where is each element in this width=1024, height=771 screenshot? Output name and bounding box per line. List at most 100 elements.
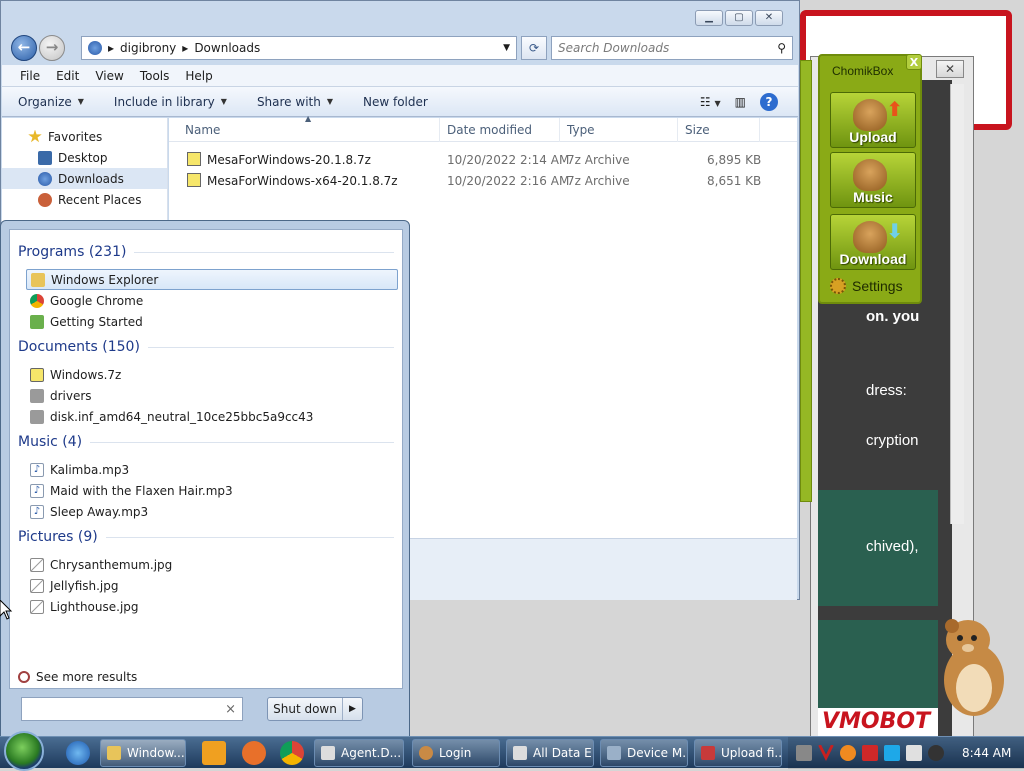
share-with-button[interactable]: Share with ▼ <box>257 95 333 109</box>
preview-pane-icon[interactable]: ▥ <box>735 95 746 109</box>
favorites-node[interactable]: Favorites <box>2 126 167 147</box>
chevron-right-icon[interactable]: ▶ <box>342 698 362 720</box>
file-row[interactable]: MesaForWindows-x64-20.1.8.7z 10/20/2022 … <box>169 170 797 191</box>
menu-view[interactable]: View <box>87 69 131 83</box>
breadcrumb-separator-icon: ▸ <box>108 41 115 55</box>
column-divider[interactable] <box>677 118 678 142</box>
clock[interactable]: 8:44 AM <box>962 746 1011 760</box>
internet-explorer-icon[interactable] <box>66 741 90 765</box>
menu-edit[interactable]: Edit <box>48 69 87 83</box>
favorites-label: Favorites <box>48 129 103 144</box>
file-row[interactable]: MesaForWindows-20.1.8.7z 10/20/2022 2:14… <box>169 149 797 170</box>
help-icon[interactable]: ? <box>760 93 778 111</box>
task-upload-files[interactable]: Upload fi... <box>694 739 782 767</box>
column-date-modified[interactable]: Date modified <box>447 123 532 137</box>
column-divider[interactable] <box>559 118 560 142</box>
column-type[interactable]: Type <box>567 123 595 137</box>
tray-flag-icon[interactable] <box>862 745 878 761</box>
archive-icon <box>30 367 44 382</box>
result-item-disk-inf[interactable]: disk.inf_amd64_neutral_10ce25bbc5a9cc43 <box>26 406 398 427</box>
task-label: Upload fi... <box>721 746 782 760</box>
breadcrumb-item[interactable]: Downloads <box>194 41 260 55</box>
forward-button[interactable]: → <box>39 35 65 61</box>
result-label: Jellyfish.jpg <box>50 578 119 593</box>
address-dropdown-icon[interactable]: ▼ <box>503 43 510 53</box>
result-item-getting-started[interactable]: Getting Started <box>26 311 398 332</box>
tray-volume-icon[interactable] <box>906 745 922 761</box>
tray-app-icon[interactable] <box>796 745 812 761</box>
result-item-maid-with-the-flaxen-hair[interactable]: ♪ Maid with the Flaxen Hair.mp3 <box>26 480 398 501</box>
upload-button[interactable]: ⬆ Upload <box>830 92 916 148</box>
start-button[interactable] <box>4 731 44 771</box>
section-header-pictures[interactable]: Pictures (9) <box>18 529 394 545</box>
window-icon <box>321 746 335 760</box>
organize-button[interactable]: Organize ▼ <box>18 95 84 109</box>
chomikbox-icon[interactable] <box>242 741 266 765</box>
task-agent[interactable]: Agent.D... <box>314 739 404 767</box>
tray-search-icon[interactable] <box>840 745 856 761</box>
new-folder-button[interactable]: New folder <box>363 95 428 109</box>
search-input[interactable]: Search Downloads ⚲ <box>551 36 793 60</box>
task-device-manager[interactable]: Device M... <box>600 739 688 767</box>
sidebar-item-desktop[interactable]: Desktop <box>2 147 167 168</box>
search-icon[interactable]: ⚲ <box>777 41 786 55</box>
result-item-chrysanthemum[interactable]: Chrysanthemum.jpg <box>26 554 398 575</box>
hamster-icon <box>419 746 433 760</box>
result-item-sleep-away[interactable]: ♪ Sleep Away.mp3 <box>26 501 398 522</box>
menu-file[interactable]: File <box>12 69 48 83</box>
back-button[interactable]: ← <box>11 35 37 61</box>
result-item-windows-explorer[interactable]: Windows Explorer <box>26 269 398 290</box>
column-divider[interactable] <box>439 118 440 142</box>
tray-speaker-icon[interactable] <box>928 745 944 761</box>
sidebar-item-downloads[interactable]: Downloads <box>2 168 167 189</box>
column-size[interactable]: Size <box>685 123 710 137</box>
task-all-data[interactable]: All Data E... <box>506 739 594 767</box>
tray-v-icon[interactable] <box>818 745 834 761</box>
background-close-button[interactable]: ✕ <box>936 60 964 78</box>
see-more-label: See more results <box>36 670 138 684</box>
menu-bar: File Edit View Tools Help <box>2 65 798 87</box>
chevron-down-icon: ▼ <box>77 97 84 106</box>
menu-tools[interactable]: Tools <box>132 69 178 83</box>
music-note-icon: ♪ <box>30 483 44 498</box>
column-name[interactable]: Name <box>185 123 220 137</box>
background-text-line: chived), <box>866 538 919 555</box>
task-windows-explorer[interactable]: Window... <box>100 739 186 767</box>
result-item-kalimba[interactable]: ♪ Kalimba.mp3 <box>26 459 398 480</box>
start-search-input[interactable]: × <box>21 697 243 721</box>
result-item-windows-7z[interactable]: Windows.7z <box>26 364 398 385</box>
settings-button[interactable]: Settings <box>830 278 903 294</box>
result-item-jellyfish[interactable]: Jellyfish.jpg <box>26 575 398 596</box>
section-header-programs[interactable]: Programs (231) <box>18 244 394 260</box>
task-login[interactable]: Login <box>412 739 500 767</box>
see-more-results-link[interactable]: See more results <box>18 670 137 684</box>
media-player-icon[interactable] <box>202 741 226 765</box>
refresh-button[interactable]: ⟳ <box>521 36 547 60</box>
chomikbox-close-button[interactable]: X <box>906 54 922 70</box>
section-header-music[interactable]: Music (4) <box>18 434 394 450</box>
close-button[interactable]: ✕ <box>755 10 783 26</box>
address-bar[interactable]: ▸ digibrony ▸ Downloads ▼ <box>81 36 517 60</box>
shut-down-button[interactable]: Shut down ▶ <box>267 697 363 721</box>
column-divider[interactable] <box>759 118 760 142</box>
download-button[interactable]: ⬇ Download <box>830 214 916 270</box>
result-item-google-chrome[interactable]: Google Chrome <box>26 290 398 311</box>
breadcrumb-item[interactable]: digibrony <box>120 41 176 55</box>
music-label: Music <box>853 189 893 205</box>
tray-network-icon[interactable] <box>884 745 900 761</box>
menu-help[interactable]: Help <box>177 69 220 83</box>
sidebar-item-recent-places[interactable]: Recent Places <box>2 189 167 210</box>
minimize-button[interactable]: ▁ <box>695 10 723 26</box>
chrome-icon[interactable] <box>280 741 304 765</box>
background-scrollbar[interactable] <box>950 84 964 524</box>
result-item-drivers[interactable]: drivers <box>26 385 398 406</box>
section-header-documents[interactable]: Documents (150) <box>18 339 394 355</box>
maximize-button[interactable]: ▢ <box>725 10 753 26</box>
clear-search-icon[interactable]: × <box>225 702 236 717</box>
music-button[interactable]: Music <box>830 152 916 208</box>
change-view-icon[interactable]: ☷ ▼ <box>700 95 721 109</box>
include-in-library-button[interactable]: Include in library ▼ <box>114 95 227 109</box>
gear-icon <box>830 278 846 294</box>
result-item-lighthouse[interactable]: Lighthouse.jpg <box>26 596 398 617</box>
result-label: Windows Explorer <box>51 272 159 287</box>
